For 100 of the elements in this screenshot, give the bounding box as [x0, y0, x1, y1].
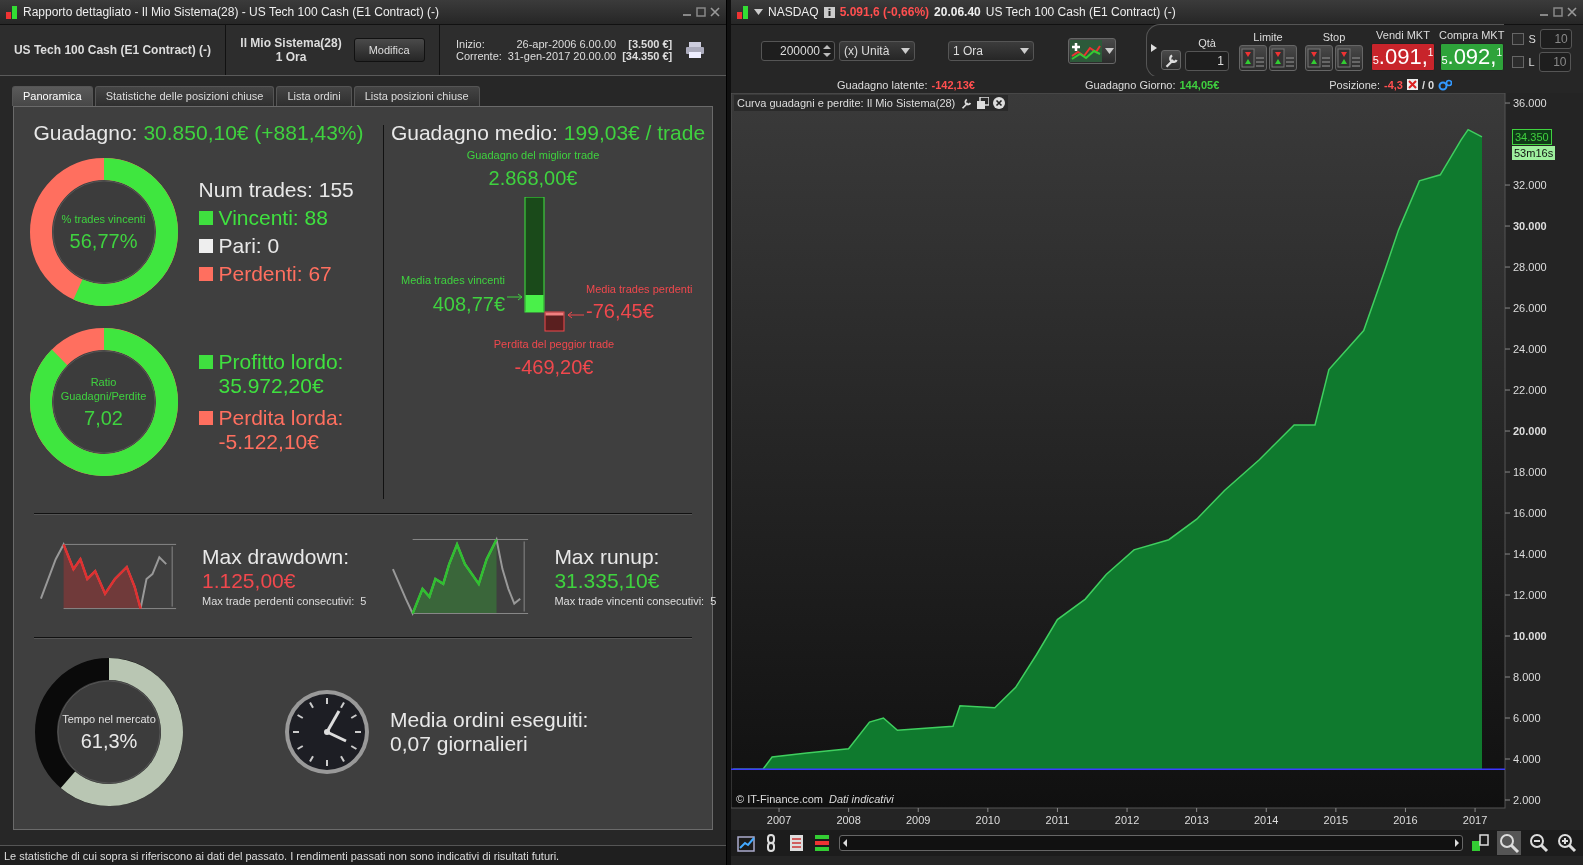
average-gain-value: 199,03€ / trade	[563, 121, 706, 145]
expand-arrow-icon[interactable]	[1151, 43, 1157, 52]
offset-field[interactable]: 10	[1539, 29, 1572, 49]
ring-caption: Tempo nel mercato	[62, 711, 156, 726]
x-axis-label: 2015	[1323, 814, 1349, 826]
caret-icon	[754, 9, 763, 15]
maximize-icon[interactable]	[696, 7, 706, 17]
maximize-icon[interactable]	[1553, 7, 1563, 17]
timeframe-dropdown[interactable]: 1 Ora	[948, 40, 1034, 61]
tab[interactable]: Lista ordini	[276, 86, 352, 106]
average-gain-label: Guadagno medio:	[390, 121, 558, 145]
stat-value: -4,3	[1384, 78, 1403, 91]
close-icon[interactable]	[993, 97, 1006, 109]
gear-icon[interactable]	[1438, 78, 1453, 91]
period-date: 26-apr-2006 6.00.00	[515, 38, 617, 50]
tab[interactable]: Statistiche delle posizioni chiuse	[94, 86, 275, 106]
sell-limit-button[interactable]	[1269, 44, 1297, 71]
legend-label: Perdita lorda:	[218, 406, 344, 430]
buy-stop-button[interactable]	[1305, 44, 1333, 71]
copy-icon[interactable]	[977, 97, 990, 109]
stop-label: Stop	[1322, 30, 1346, 43]
print-icon[interactable]	[686, 42, 705, 58]
checkbox[interactable]	[1512, 56, 1525, 68]
position-count: / 0	[1422, 78, 1435, 91]
chart-type-button[interactable]	[1068, 37, 1116, 64]
x-axis-label: 2014	[1254, 814, 1279, 826]
runup-label: Max runup:	[554, 545, 661, 569]
x-axis-label: 2008	[836, 814, 861, 826]
zoom-in-icon[interactable]	[1557, 833, 1577, 853]
period-label: Corrente:	[456, 50, 502, 62]
sell-stop-button[interactable]	[1335, 44, 1363, 71]
quantity-field[interactable]: 200000	[761, 40, 835, 61]
list-icon[interactable]	[789, 834, 805, 852]
order-book-icon[interactable]	[813, 834, 831, 852]
tab[interactable]: Panoramica	[12, 86, 93, 106]
stat-label: Guadagno latente:	[837, 78, 928, 91]
bar-value: 2.868,00€	[488, 167, 578, 190]
app-icon	[6, 5, 18, 19]
modify-button[interactable]: Modifica	[353, 38, 425, 62]
close-icon[interactable]	[710, 7, 720, 17]
timeframe-label: 1 Ora	[275, 50, 307, 64]
window-title: Rapporto dettagliato - Il Mio Sistema(28) - US Tech 100 Cash (E1 Contract) (-)	[23, 5, 439, 19]
zoom-fit-icon[interactable]	[1497, 831, 1521, 855]
offset-field[interactable]: 10	[1538, 52, 1571, 72]
close-icon[interactable]	[1567, 7, 1577, 17]
bar-value: -469,20€	[514, 356, 594, 379]
trades-count: Num trades: 155	[198, 178, 354, 202]
y-axis-label: 18.000	[1513, 466, 1547, 478]
x-axis-label: 2011	[1045, 814, 1070, 826]
stat-value: -142,13€	[931, 78, 975, 91]
bar-label: Media trades vincenti	[401, 274, 505, 286]
bar-label: Guadagno del miglior trade	[466, 149, 600, 161]
unit-dropdown[interactable]: (x) Unità	[839, 40, 915, 61]
checkbox[interactable]	[1512, 33, 1525, 45]
y-axis-label: 22.000	[1513, 384, 1547, 397]
y-axis-label: 8.000	[1513, 671, 1541, 683]
period-capital: [3.500 €]	[627, 38, 673, 50]
arrow-icon	[567, 311, 585, 319]
gain-value: 30.850,10€ (+881,43%)	[143, 121, 364, 145]
ring-caption: Ratio Guadagni/Perdite	[59, 374, 148, 403]
settings-button[interactable]	[1161, 49, 1181, 70]
close-position-icon[interactable]	[1407, 79, 1418, 90]
zoom-out-icon[interactable]	[1529, 833, 1549, 853]
streak-label: Max trade vincenti consecutivi:	[554, 595, 705, 607]
x-axis-label: 2010	[975, 814, 1001, 826]
legend-value: 35.972,20€	[217, 374, 325, 398]
bar-label: Perdita del peggior trade	[493, 338, 615, 350]
spinner-icon[interactable]	[823, 43, 831, 58]
countdown-tag: 53m16s	[1512, 145, 1556, 160]
legend-value: -5.122,10€	[217, 430, 320, 454]
tab[interactable]: Lista posizioni chiuse	[353, 86, 480, 106]
period-label: Inizio:	[456, 38, 486, 50]
order-quantity-field[interactable]: 1	[1185, 50, 1229, 71]
period-capital: [34.350 €]	[622, 50, 673, 62]
buy-limit-button[interactable]	[1239, 44, 1267, 71]
market-button-label: Vendi MKT	[1376, 28, 1430, 41]
y-axis-label: 16.000	[1513, 507, 1547, 519]
settings-icon[interactable]	[959, 96, 974, 110]
quote-time: 20.06.40	[934, 5, 981, 19]
legend-label: Vincenti: 88	[218, 206, 328, 230]
scroll-right-icon[interactable]	[1452, 837, 1462, 849]
window-title: US Tech 100 Cash (E1 Contract) (-)	[985, 5, 1176, 19]
chart-icon[interactable]	[737, 834, 757, 852]
stat-label: Guadagno Giorno:	[1084, 78, 1176, 91]
bar-label: Media trades perdenti	[586, 283, 693, 295]
bar-value: -76,45€	[586, 300, 654, 323]
info-icon[interactable]	[823, 6, 835, 18]
x-axis-label: 2016	[1393, 814, 1418, 826]
horizontal-scrollbar[interactable]	[839, 835, 1463, 851]
stat-value: 144,05€	[1179, 78, 1220, 91]
bar-value: 408,77€	[432, 293, 505, 316]
legend-label: Perdenti: 67	[218, 262, 332, 286]
sync-icon[interactable]	[1471, 833, 1489, 853]
quote-change: 5.091,6 (-0,66%)	[839, 5, 930, 19]
caret-icon	[1104, 47, 1114, 54]
y-axis-label: 2.000	[1513, 794, 1541, 806]
x-axis-label: 2007	[766, 814, 792, 826]
legend-label: Pari: 0	[218, 234, 280, 258]
ring-value: 7,02	[84, 406, 123, 430]
ring-value: 56,77%	[69, 229, 138, 253]
